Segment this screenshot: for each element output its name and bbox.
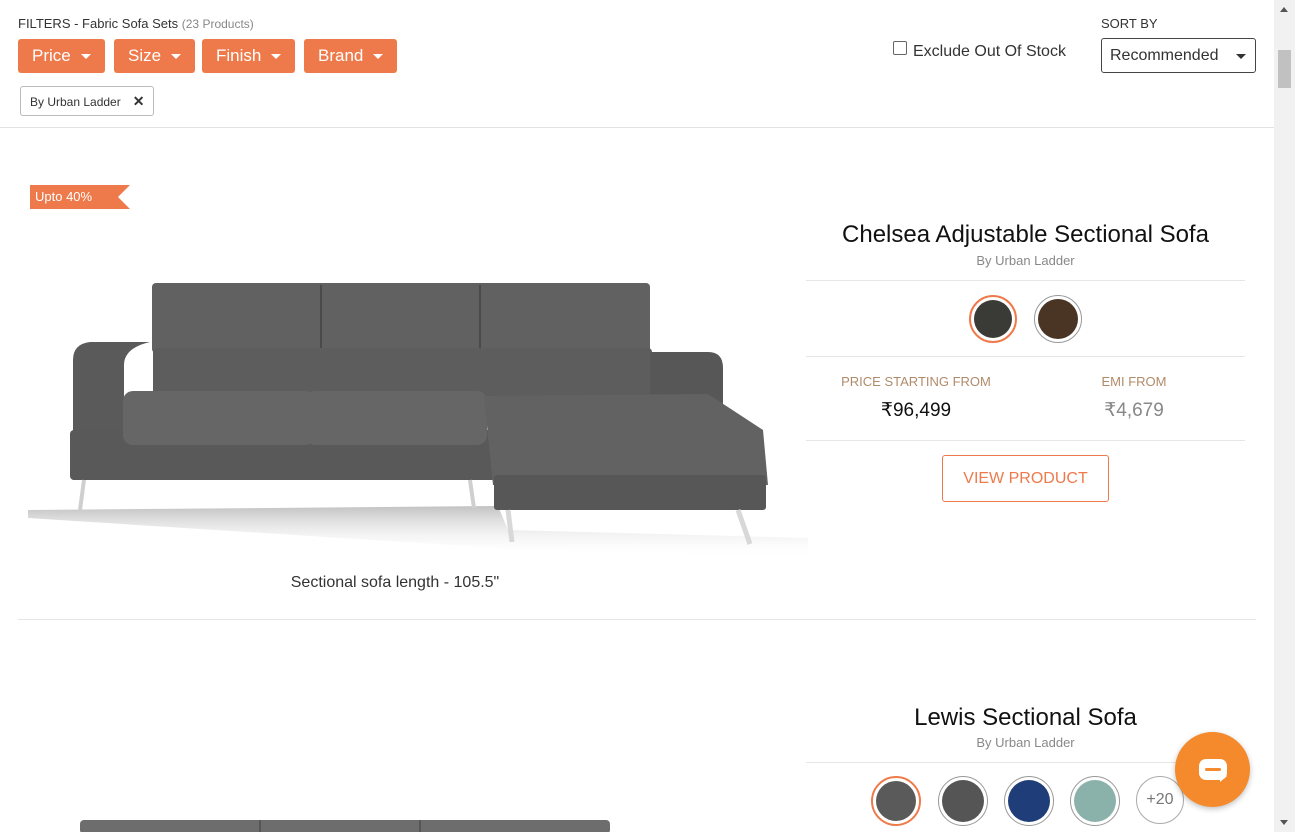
product-image-chelsea[interactable] (28, 270, 808, 570)
divider (806, 356, 1245, 357)
scrollbar-thumb[interactable] (1278, 50, 1291, 88)
caret-down-icon (171, 54, 182, 60)
product-count: (23 Products) (181, 17, 254, 31)
sort-by-label: SORT BY (1101, 16, 1158, 31)
image-caption: Sectional sofa length - 105.5" (290, 574, 500, 591)
emi-value: ₹4,679 (1104, 400, 1164, 421)
emi-label: EMI FROM (1101, 374, 1167, 389)
color-swatch-selected[interactable] (871, 776, 921, 826)
discount-badge: Upto 40% (30, 185, 130, 209)
collection-description-faded (118, 70, 1218, 130)
swatch-fill (1038, 299, 1078, 339)
swatch-fill (1008, 780, 1050, 822)
scrollbar[interactable] (1274, 0, 1295, 832)
swatch-fill (974, 300, 1012, 338)
filters-category-title: FILTERS - Fabric Sofa Sets (18, 16, 179, 31)
price-label: PRICE STARTING FROM (841, 374, 991, 389)
size-filter-label: Size (128, 46, 162, 65)
view-product-button[interactable]: VIEW PRODUCT (942, 455, 1109, 502)
product-brand: By Urban Ladder (976, 735, 1075, 750)
product-image-lewis[interactable] (70, 812, 630, 832)
scroll-down-arrow-icon[interactable] (1280, 820, 1288, 825)
exclude-out-of-stock-label: Exclude Out Of Stock (913, 43, 1066, 60)
color-swatch-selected[interactable] (969, 295, 1017, 343)
swatch-fill (876, 781, 916, 821)
close-icon[interactable]: ✕ (133, 93, 145, 109)
price-filter-label: Price (32, 46, 71, 65)
active-filter-chip[interactable]: By Urban Ladder ✕ (20, 86, 155, 116)
caret-down-icon (80, 54, 91, 60)
caret-down-icon (1236, 54, 1246, 59)
price-value: ₹96,499 (880, 400, 952, 421)
divider (806, 280, 1245, 281)
divider (806, 440, 1245, 441)
product-divider (18, 619, 1256, 620)
size-filter-button[interactable]: Size (114, 39, 196, 73)
product-name[interactable]: Lewis Sectional Sofa (806, 704, 1245, 732)
checkbox[interactable] (893, 41, 907, 55)
sort-select[interactable]: Recommended (1101, 38, 1256, 73)
swatch-fill (1074, 780, 1116, 822)
sort-selected-value: Recommended (1110, 47, 1219, 64)
brand-filter-label: Brand (318, 46, 364, 65)
sofa-illustration (80, 820, 610, 832)
exclude-out-of-stock-toggle[interactable]: Exclude Out Of Stock (893, 41, 1066, 61)
color-swatch[interactable] (1034, 295, 1082, 343)
filters-title: FILTERS - Fabric Sofa Sets (23 Products) (18, 16, 254, 31)
filter-bar: FILTERS - Fabric Sofa Sets (23 Products)… (0, 0, 1274, 128)
color-swatch[interactable] (1070, 776, 1120, 826)
sofa-illustration (28, 283, 808, 558)
active-filter-label: By Urban Ladder (30, 95, 121, 109)
finish-filter-button[interactable]: Finish (202, 39, 296, 73)
color-swatch[interactable] (1004, 776, 1054, 826)
finish-filter-label: Finish (216, 46, 262, 65)
chat-bubble-tail (1220, 776, 1227, 782)
caret-down-icon (271, 54, 282, 60)
caret-down-icon (373, 54, 384, 60)
product-brand: By Urban Ladder (976, 253, 1075, 268)
swatch-fill (942, 780, 984, 822)
chat-button[interactable] (1175, 732, 1250, 807)
brand-filter-button[interactable]: Brand (304, 39, 398, 73)
product-name[interactable]: Chelsea Adjustable Sectional Sofa (806, 221, 1245, 249)
price-filter-button[interactable]: Price (18, 39, 105, 73)
color-swatch[interactable] (938, 776, 988, 826)
scroll-up-arrow-icon[interactable] (1280, 7, 1288, 12)
